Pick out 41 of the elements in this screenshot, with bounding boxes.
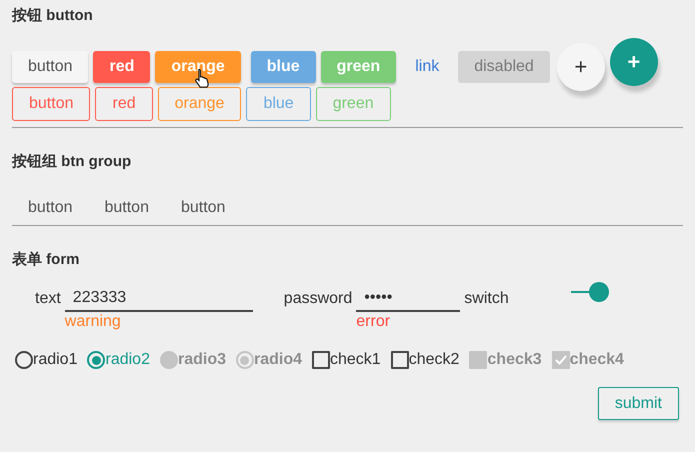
- button: disabled: [458, 51, 550, 83]
- input-field[interactable]: •••••: [356, 286, 460, 312]
- section-title: 表单 form: [12, 250, 80, 270]
- button[interactable]: orange: [155, 51, 241, 83]
- button[interactable]: red: [93, 51, 150, 83]
- section-title: 按钮 button: [12, 6, 94, 26]
- button[interactable]: blue: [250, 51, 316, 83]
- button[interactable]: blue: [246, 87, 311, 121]
- switch-label: switch: [464, 289, 509, 309]
- input-field[interactable]: 223333: [64, 286, 253, 312]
- section-title: 按钮组 btn group: [12, 152, 132, 172]
- button[interactable]: green: [320, 51, 396, 83]
- button[interactable]: link: [401, 51, 454, 83]
- submit-button[interactable]: submit: [598, 387, 679, 420]
- option-label: radio3: [178, 350, 226, 370]
- button[interactable]: button: [12, 51, 88, 83]
- field-label: password: [284, 289, 352, 309]
- fab-button[interactable]: +: [556, 43, 605, 91]
- button[interactable]: button: [12, 87, 90, 121]
- fab-button[interactable]: +: [610, 38, 658, 86]
- group-button[interactable]: button: [88, 196, 165, 220]
- toggle-switch[interactable]: [570, 282, 609, 302]
- option-label: check1: [330, 350, 381, 370]
- checkbox[interactable]: [312, 351, 330, 369]
- option-label: radio1: [33, 350, 78, 370]
- hint-text: error: [356, 312, 392, 332]
- option-label: radio4: [254, 350, 302, 370]
- field-label: text: [35, 289, 61, 309]
- option-label: radio2: [105, 350, 150, 370]
- option-label: check4: [570, 350, 624, 370]
- radio-button[interactable]: [87, 351, 106, 369]
- option-label: check2: [408, 350, 460, 370]
- option-label: check3: [487, 350, 542, 370]
- button[interactable]: red: [95, 87, 153, 121]
- radio-button[interactable]: [15, 351, 33, 369]
- group-button[interactable]: button: [164, 196, 242, 220]
- button[interactable]: orange: [158, 87, 242, 121]
- hint-text: warning: [64, 312, 122, 332]
- group-button[interactable]: button: [12, 196, 88, 220]
- button[interactable]: green: [316, 87, 391, 121]
- checkbox[interactable]: [390, 351, 409, 369]
